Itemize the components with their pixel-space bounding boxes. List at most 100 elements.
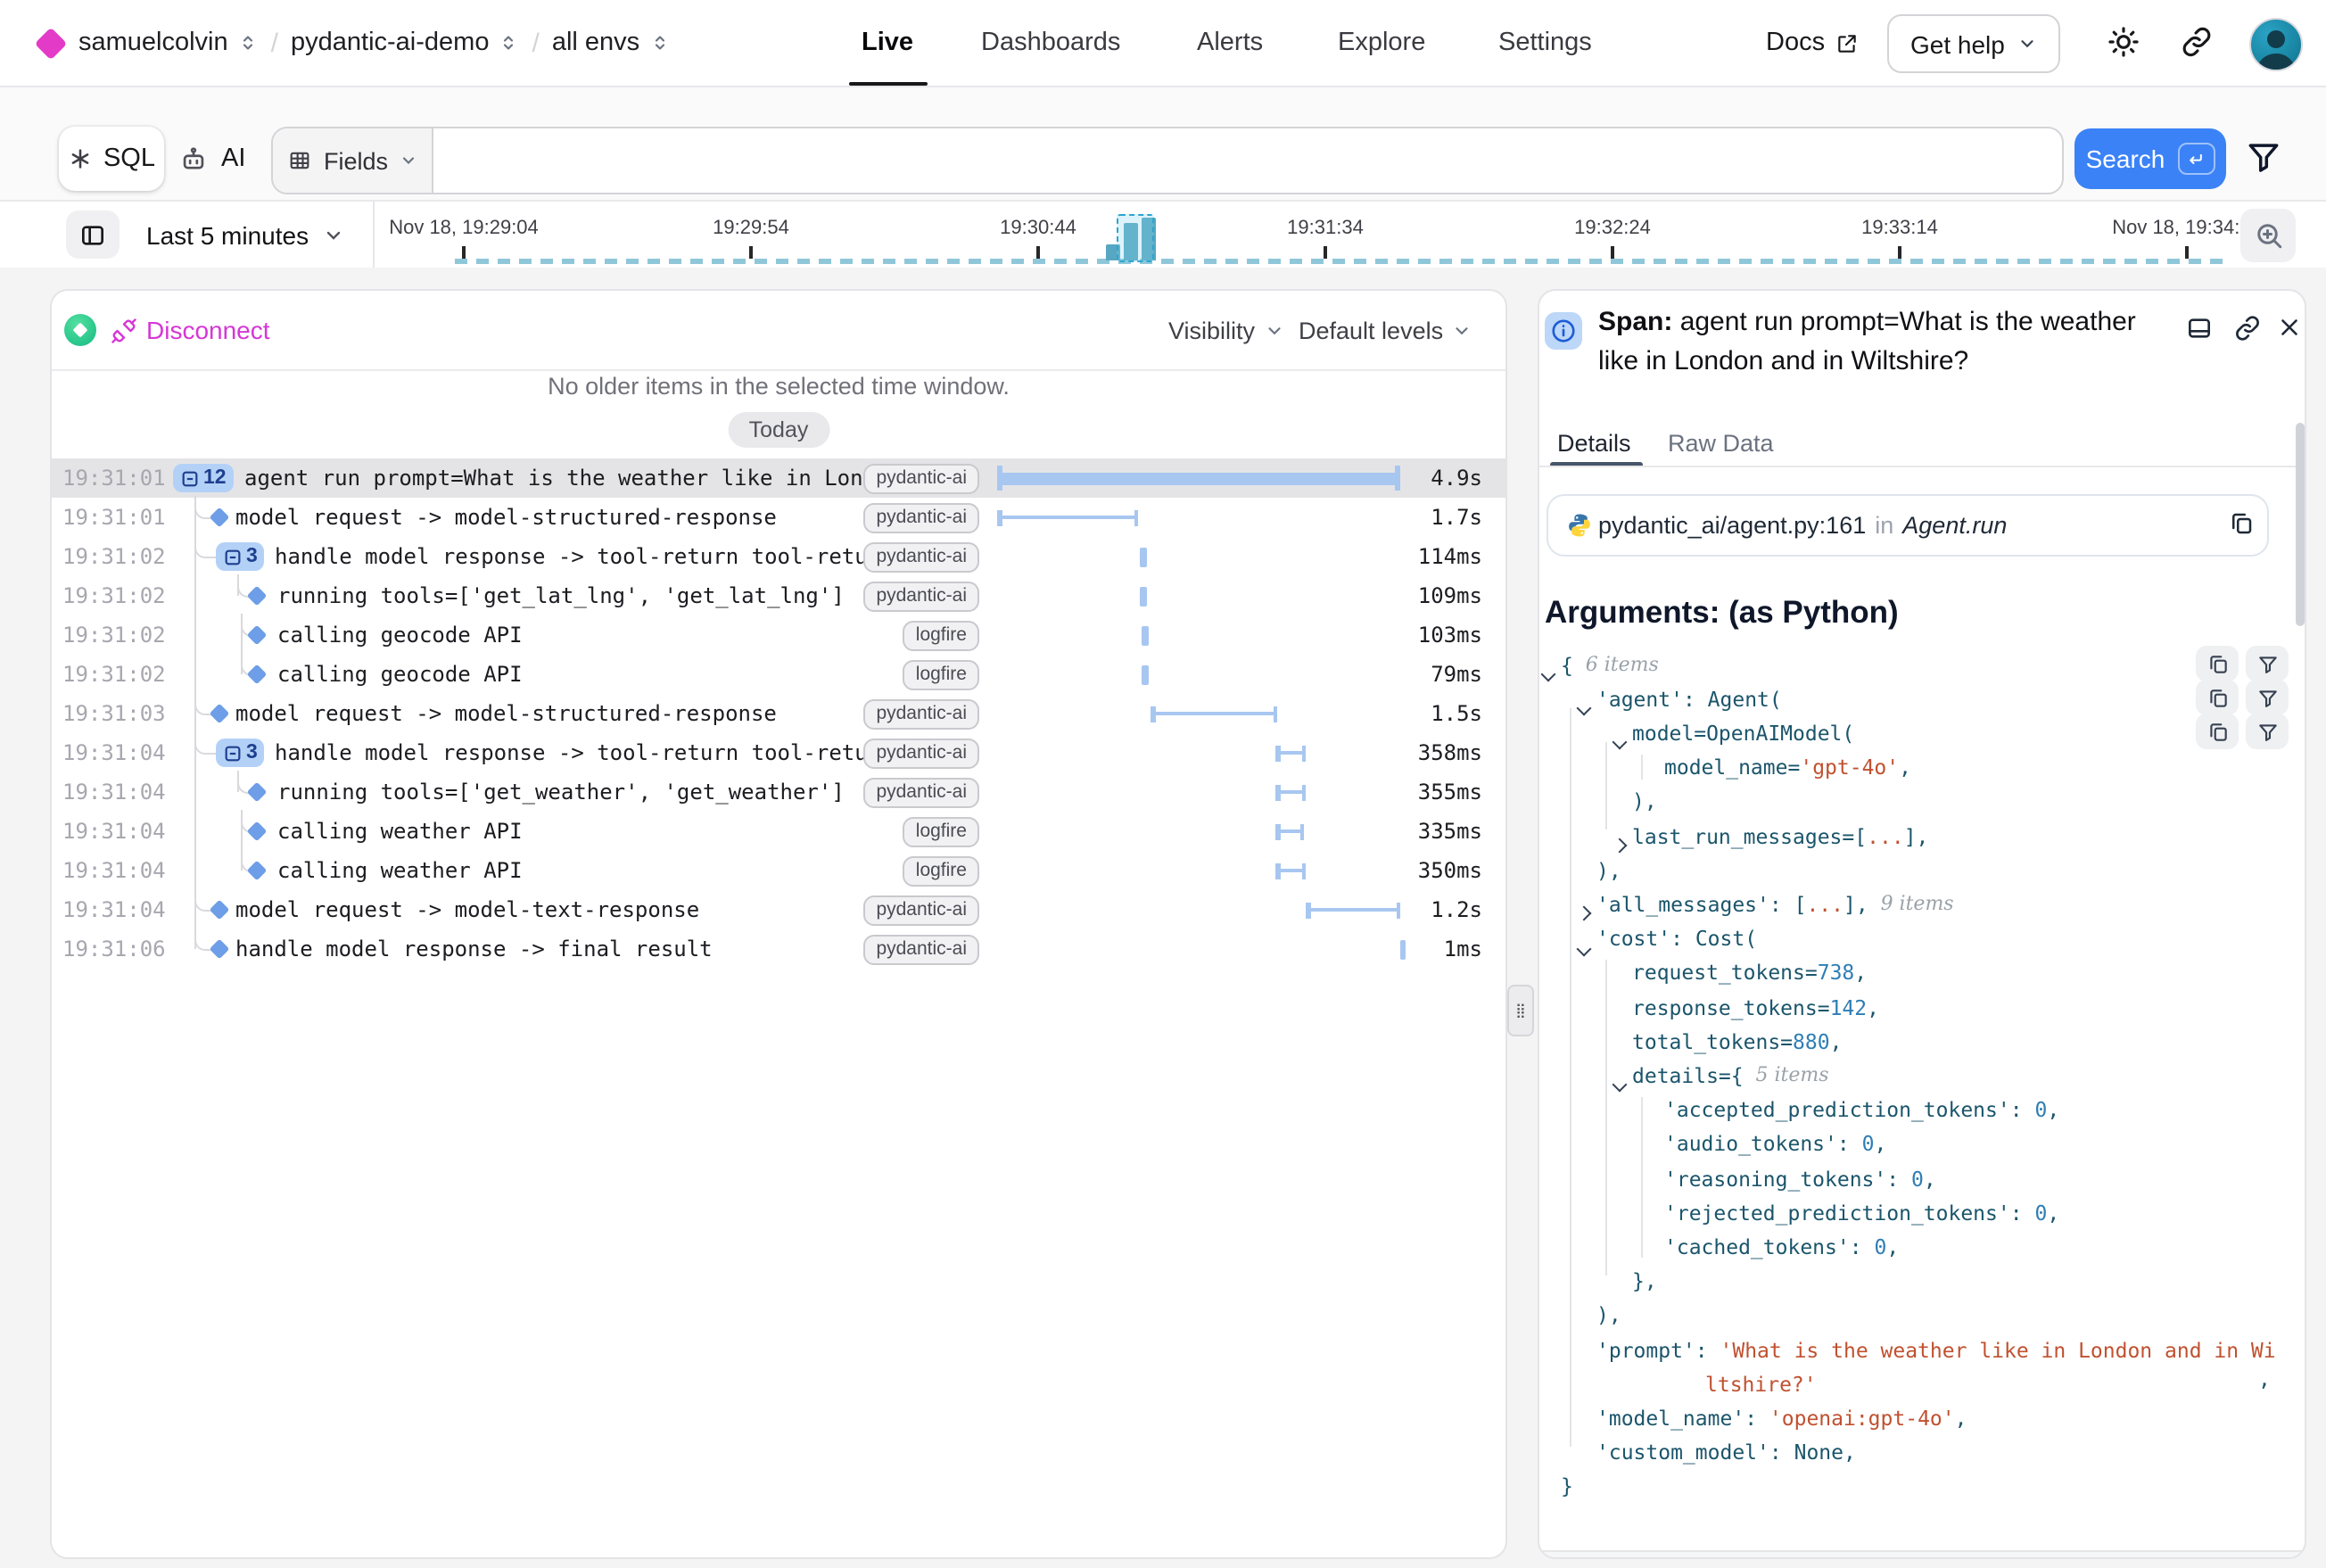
panel-scrollbar-thumb[interactable] [2296, 423, 2305, 626]
code-line: 'reasoning_tokens': 0, [1539, 1161, 2306, 1195]
today-pill[interactable]: Today [728, 412, 830, 448]
trace-row[interactable]: 19:31:0112agent run prompt=What is the w… [52, 458, 1505, 498]
traces-panel-header: Disconnect Visibility Default levels [52, 291, 1505, 371]
span-name[interactable]: model request -> model-text-response [235, 890, 869, 929]
span-name[interactable]: handle model response -> tool-return too… [275, 537, 869, 576]
code-token: , [1924, 1166, 1936, 1191]
copy-icon[interactable] [2228, 510, 2255, 537]
trace-row[interactable]: 19:31:043handle model response -> tool-r… [52, 733, 1505, 772]
span-name[interactable]: model request -> model-structured-respon… [235, 498, 869, 537]
theme-toggle-sun-icon[interactable] [2107, 25, 2140, 59]
copy-button[interactable] [2196, 680, 2239, 715]
trace-row[interactable]: 19:31:04running tools=['get_weather', 'g… [52, 772, 1505, 812]
tab-raw-data[interactable]: Raw Data [1668, 430, 1774, 467]
fields-dropdown[interactable]: Fields [273, 128, 433, 193]
collapse-badge[interactable]: 3 [216, 739, 265, 767]
nav-tab-dashboards[interactable]: Dashboards [981, 0, 1120, 86]
trace-row[interactable]: 19:31:01model request -> model-structure… [52, 498, 1505, 537]
panel-resize-grip[interactable]: ⣿ [1507, 985, 1534, 1036]
span-name[interactable]: handle model response -> final result [235, 929, 869, 969]
waterfall-bar [1275, 772, 1306, 812]
span-name[interactable]: running tools=['get_weather', 'get_weath… [277, 772, 869, 812]
breadcrumb-item[interactable]: samuelcolvin [78, 29, 259, 57]
ai-mode-button[interactable]: AI [178, 127, 245, 191]
filter-button[interactable] [2246, 714, 2289, 750]
source-frame-card[interactable]: pydantic_ai/agent.py:161 in Agent.run [1547, 494, 2269, 557]
breadcrumb-label: all envs [552, 29, 639, 57]
timeline-tick-label: 19:32:24 [1574, 218, 1651, 239]
tag-pill: pydantic-ai [863, 777, 979, 807]
get-help-button[interactable]: Get help [1887, 14, 2060, 73]
logfire-logo-icon[interactable] [35, 28, 68, 61]
tag-pill: pydantic-ai [863, 463, 979, 493]
timeline-tick-label: Nov 18, 19:29:04 [389, 218, 539, 239]
span-name[interactable]: handle model response -> tool-return too… [275, 733, 869, 772]
close-icon[interactable] [2276, 314, 2303, 341]
trace-row[interactable]: 19:31:03 model request -> model-structure… [52, 694, 1505, 733]
code-actions [2196, 646, 2289, 681]
tag-pill: pydantic-ai [863, 698, 979, 729]
time-range-dropdown[interactable]: Last 5 minutes [146, 202, 344, 269]
span-name[interactable]: calling geocode API [277, 615, 869, 655]
nav-tab-settings[interactable]: Settings [1498, 0, 1592, 86]
live-status-button[interactable] [64, 314, 96, 346]
trace-row[interactable]: 19:31:04calling weather APIlogfire350ms [52, 851, 1505, 890]
user-avatar[interactable] [2249, 18, 2303, 71]
dock-panel-icon[interactable] [2185, 314, 2214, 342]
tag-pill: logfire [903, 620, 979, 650]
filter-funnel-icon[interactable] [2244, 137, 2283, 177]
trace-row[interactable]: 19:31:04calling weather APIlogfire335ms [52, 812, 1505, 851]
copy-button[interactable] [2196, 714, 2239, 750]
span-title-prefix: Span: [1598, 307, 1672, 337]
filter-button[interactable] [2246, 646, 2289, 681]
breadcrumb-separator: / [271, 28, 278, 58]
sidebar-toggle-button[interactable] [66, 210, 120, 259]
breadcrumb-item[interactable]: all envs [552, 29, 670, 57]
span-name[interactable]: calling geocode API [277, 655, 869, 694]
tag-pill: pydantic-ai [863, 502, 979, 532]
timeline-tick-mark [1899, 246, 1901, 259]
chevron-down-icon [1264, 320, 1283, 340]
code-token: 'cached_tokens' [1664, 1234, 1850, 1259]
span-name[interactable]: calling weather API [277, 812, 869, 851]
nav-tab-alerts[interactable]: Alerts [1197, 0, 1263, 86]
timeline-selection[interactable] [1117, 214, 1153, 261]
span-name[interactable]: running tools=['get_lat_lng', 'get_lat_l… [277, 576, 869, 615]
trace-row[interactable]: 19:31:02calling geocode APIlogfire79ms [52, 655, 1505, 694]
span-name[interactable]: agent run prompt=What is the weather lik… [244, 458, 869, 498]
search-query-input[interactable] [433, 128, 2062, 193]
span-name[interactable]: model request -> model-structured-respon… [235, 694, 869, 733]
trace-row[interactable]: 19:31:02running tools=['get_lat_lng', 'g… [52, 576, 1505, 615]
code-token: 'reasoning_tokens' [1664, 1166, 1886, 1191]
code-token: ), [1596, 1303, 1621, 1328]
copy-button[interactable] [2196, 646, 2239, 681]
next-section-sliver [1539, 1552, 2305, 1559]
trace-row[interactable]: 19:31:04model request -> model-text-resp… [52, 890, 1505, 929]
nav-tab-explore[interactable]: Explore [1338, 0, 1425, 86]
share-link-icon[interactable] [2180, 25, 2214, 59]
search-button[interactable]: Search [2074, 128, 2226, 189]
filter-button[interactable] [2246, 680, 2289, 715]
disconnect-button[interactable]: Disconnect [111, 291, 270, 369]
copy-link-icon[interactable] [2233, 314, 2262, 342]
default-levels-dropdown[interactable]: Default levels [1299, 291, 1472, 369]
visibility-dropdown[interactable]: Visibility [1168, 291, 1283, 369]
code-token: 'openai:gpt-4o' [1769, 1406, 1955, 1431]
chevron-down-icon [399, 152, 417, 169]
span-duration: 1ms [1444, 929, 1482, 969]
breadcrumb-item[interactable]: pydantic-ai-demo [291, 29, 519, 57]
trace-row[interactable]: 19:31:02calling geocode APIlogfire103ms [52, 615, 1505, 655]
sql-mode-button[interactable]: SQL [59, 127, 164, 191]
zoom-in-button[interactable] [2240, 209, 2296, 262]
code-line: 'accepted_prediction_tokens': 0, [1539, 1093, 2306, 1126]
trace-timestamp: 19:31:03 [62, 694, 166, 733]
trace-row[interactable]: 19:31:06handle model response -> final r… [52, 929, 1505, 969]
span-name[interactable]: calling weather API [277, 851, 869, 890]
collapse-badge[interactable]: 3 [216, 542, 265, 571]
collapse-badge[interactable]: 12 [173, 464, 234, 492]
docs-link[interactable]: Docs [1766, 0, 1859, 86]
trace-row[interactable]: 19:31:023handle model response -> tool-r… [52, 537, 1505, 576]
nav-tab-live[interactable]: Live [862, 0, 913, 86]
timeline-tick-label: 19:33:14 [1861, 218, 1938, 239]
waterfall-bar [1140, 576, 1149, 615]
